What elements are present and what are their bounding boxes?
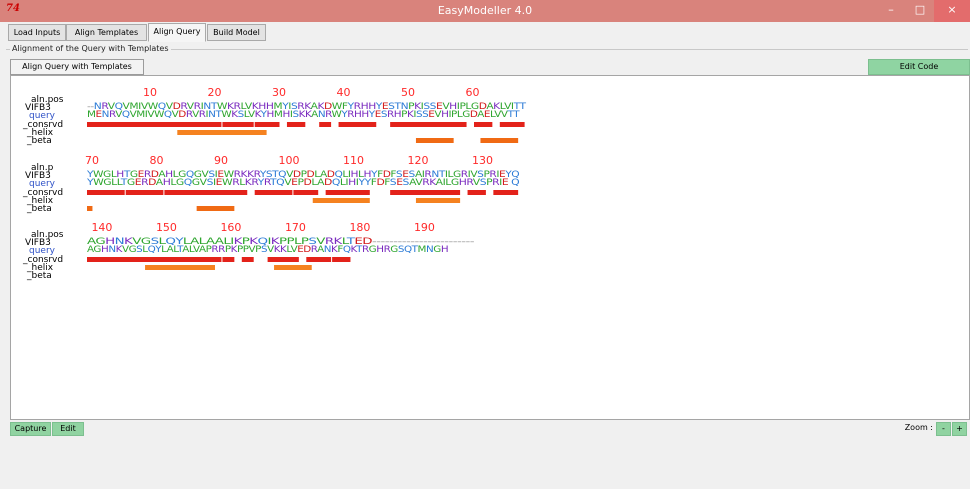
conserved-mark — [493, 190, 519, 195]
position-number: 100 — [279, 154, 300, 167]
conserved-mark — [222, 122, 254, 127]
conserved-mark — [87, 190, 125, 195]
row-label: _beta — [26, 271, 52, 281]
position-number: 150 — [156, 221, 177, 234]
position-number: 130 — [472, 154, 493, 167]
group-title: Alignment of the Query with Templates — [10, 44, 171, 53]
tab-align-templates[interactable]: Align Templates — [66, 24, 147, 41]
conserved-mark — [467, 190, 486, 195]
helix-mark — [312, 198, 370, 203]
zoom-out-button[interactable]: - — [936, 422, 951, 436]
alignment-canvas: aln.pos VIFB3 query _consrvd _helix _beta 10 20… — [10, 75, 970, 420]
position-number: 140 — [91, 221, 112, 234]
helix-mark — [274, 265, 312, 270]
position-number: 120 — [408, 154, 429, 167]
conserved-mark — [87, 122, 222, 127]
position-number: 10 — [143, 86, 157, 99]
zoom-label: Zoom : — [904, 423, 933, 432]
window-title: EasyModeller 4.0 — [437, 4, 533, 17]
tab-load-inputs[interactable]: Load Inputs — [8, 24, 66, 41]
zoom-in-button[interactable]: + — [952, 422, 967, 436]
title-bar: 74 EasyModeller 4.0 – □ × — [0, 0, 970, 22]
beta-mark — [87, 206, 93, 211]
position-number: 170 — [285, 221, 306, 234]
conserved-mark — [267, 257, 299, 262]
helix-mark — [145, 265, 215, 270]
conserved-mark — [254, 122, 280, 127]
tab-build-model[interactable]: Build Model — [207, 24, 266, 41]
conserved-mark — [286, 122, 306, 127]
align-query-button[interactable]: Align Query with Templates — [10, 59, 144, 75]
position-number: 60 — [466, 86, 480, 99]
query-sequence: YW GLLTGERDAHLGQGVSIEW RLKRYRTQVEPDLADQLIH… — [86, 178, 520, 188]
conserved-mark — [332, 257, 351, 262]
position-number: 70 — [85, 154, 99, 167]
row-label: _beta — [26, 136, 52, 146]
conserved-mark — [319, 122, 332, 127]
conserved-mark — [499, 122, 525, 127]
capture-button[interactable]: Capture — [10, 422, 51, 436]
position-number: 20 — [208, 86, 222, 99]
beta-mark — [196, 206, 235, 211]
conserved-mark — [306, 257, 332, 262]
minimize-button[interactable]: – — [876, 0, 906, 22]
close-button[interactable]: × — [934, 0, 970, 22]
conserved-mark — [390, 122, 467, 127]
query-sequence: AGHNKVGSLQYLALTALVAPRRPKPPVPSVKKLVEDRANK… — [87, 245, 448, 255]
row-label: _beta — [26, 204, 52, 214]
conserved-mark — [338, 122, 377, 127]
position-number: 40 — [337, 86, 351, 99]
alignment-view: aln.posVIFB3query_consrvd_helix_beta10 20… — [22, 86, 527, 281]
position-number: 80 — [150, 154, 164, 167]
position-number: 50 — [401, 86, 415, 99]
conserved-mark — [125, 190, 164, 195]
maximize-button[interactable]: □ — [906, 0, 934, 22]
position-number: 110 — [343, 154, 364, 167]
conserved-mark — [254, 190, 293, 195]
conserved-mark — [164, 190, 248, 195]
position-number: 180 — [349, 221, 370, 234]
conserved-mark — [87, 257, 222, 262]
conserved-mark — [293, 190, 319, 195]
helix-mark — [177, 130, 267, 135]
query-sequence: MENRVQVMIVWQVDRVRINTWKSLVKYHMHISKKANRWYR… — [87, 110, 520, 120]
conserved-mark — [474, 122, 493, 127]
conserved-mark — [222, 257, 235, 262]
edit-button[interactable]: Edit — [52, 422, 84, 436]
helix-mark — [415, 198, 461, 203]
conserved-mark — [325, 190, 370, 195]
position-number: 160 — [220, 221, 241, 234]
tab-align-query[interactable]: Align Query — [148, 23, 206, 42]
position-number: 30 — [272, 86, 286, 99]
beta-mark — [480, 138, 519, 143]
position-number: 90 — [214, 154, 228, 167]
conserved-mark — [390, 190, 461, 195]
beta-mark — [415, 138, 454, 143]
position-number: 190 — [414, 221, 435, 234]
edit-code-button[interactable]: Edit Code — [868, 59, 970, 75]
conserved-mark — [241, 257, 254, 262]
